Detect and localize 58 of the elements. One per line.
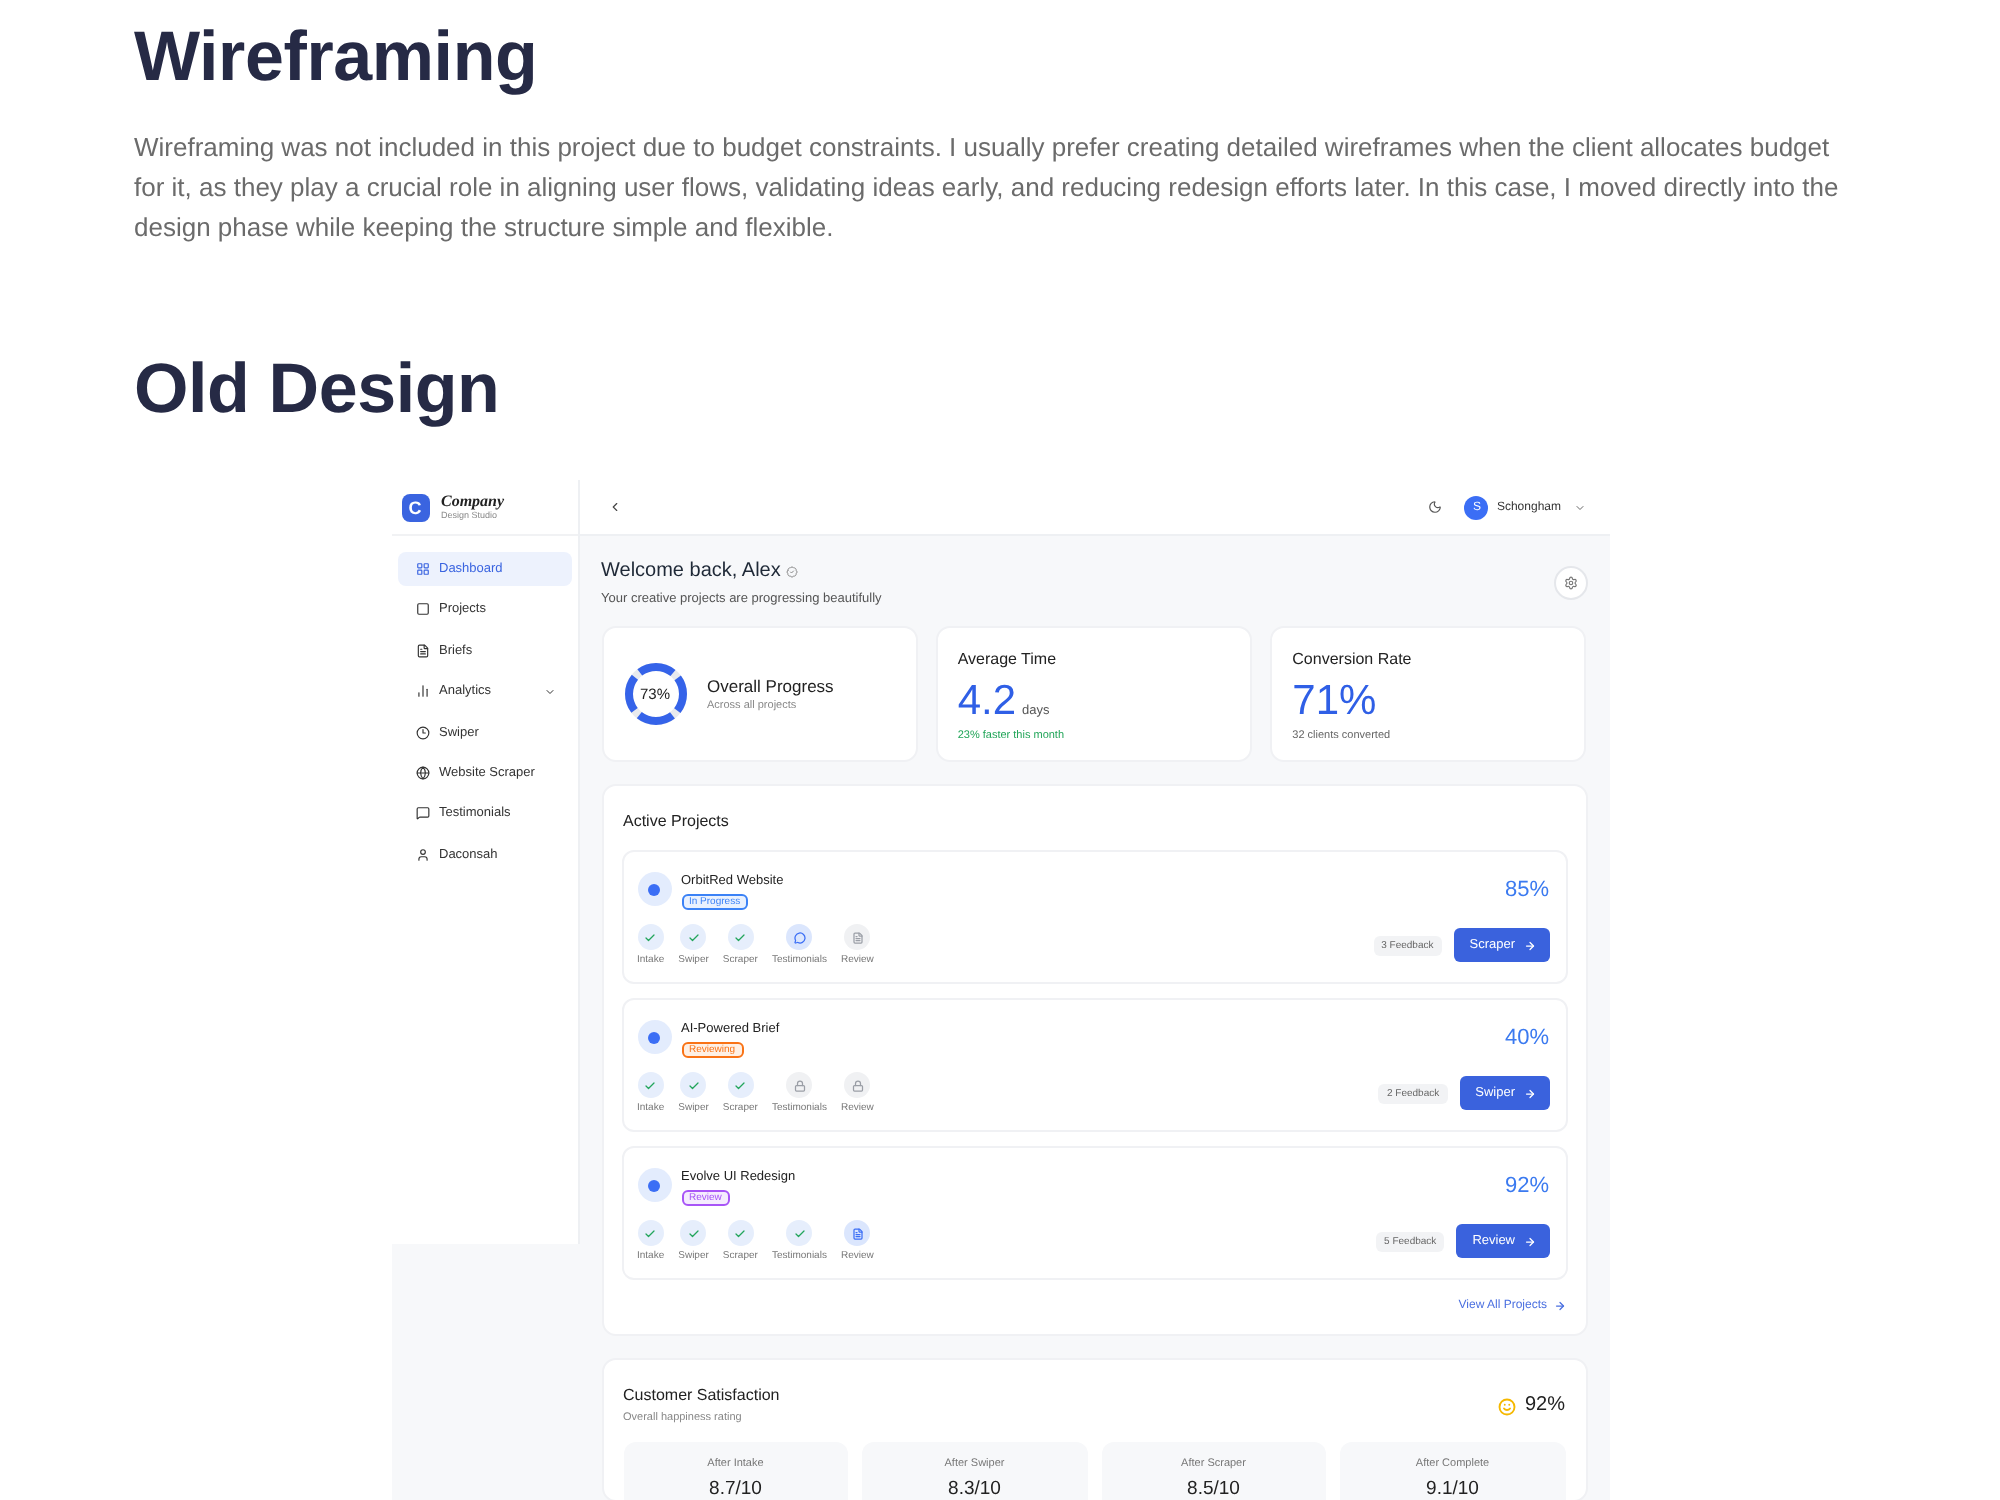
completion-percent: 92% (1504, 1174, 1549, 1200)
smiley-icon (1498, 1397, 1517, 1415)
chevron-down-icon (543, 685, 555, 698)
lock-icon (786, 1072, 813, 1098)
document-icon (844, 924, 871, 950)
arrow-right-icon (1523, 1235, 1535, 1247)
tick-icon (680, 924, 707, 950)
lock-icon (844, 1072, 871, 1098)
arrow-right-icon (1553, 1300, 1565, 1312)
tick-icon (637, 1072, 664, 1098)
globe-icon (415, 765, 429, 780)
dot-icon (637, 1168, 671, 1202)
clock-icon (415, 725, 429, 740)
rectangle-icon (415, 602, 429, 617)
gear-icon (1563, 576, 1577, 590)
score-value: 8.5/10 (1185, 1480, 1242, 1500)
person-icon (415, 847, 429, 862)
document-icon (415, 643, 429, 658)
bar-chart-icon (415, 684, 429, 699)
grid-icon (415, 562, 429, 576)
welcome-title: Welcome back, Alex (601, 558, 781, 584)
section-heading: Wireframing (134, 16, 540, 100)
section-paragraph: Wireframing was not included in this project due to budget constraints. I usually prefer creating detailed wireframes when the client allocates budget for it, as they play a crucial role in aligning user flows, validating ideas early, and reducing redesign efforts later. In this case, I moved directly into the design phase while keeping the structure simple and flexible. (134, 130, 1841, 246)
tick-icon (727, 1072, 754, 1098)
document-icon (844, 1220, 871, 1246)
score-value: 9.1/10 (1424, 1480, 1481, 1500)
brand-name: Company (441, 492, 505, 510)
completion-percent: 85% (1504, 878, 1549, 904)
logo-mark: C (401, 493, 429, 521)
dot-icon (637, 872, 671, 906)
settings-button[interactable] (1553, 566, 1587, 600)
stat-title: Conversion Rate (1292, 650, 1414, 670)
chat-icon (415, 806, 429, 821)
arrow-right-icon (1523, 1087, 1535, 1099)
stat-value: 4.2 (957, 680, 1017, 724)
tick-icon (637, 924, 664, 950)
badge-tick-icon (786, 565, 799, 577)
tick-icon (680, 1220, 707, 1246)
chevron-left-icon[interactable] (607, 500, 621, 514)
tick-icon (786, 1220, 813, 1246)
tick-icon (637, 1220, 664, 1246)
dot-icon (637, 1020, 671, 1054)
tick-icon (680, 1072, 707, 1098)
arrow-right-icon (1523, 939, 1535, 951)
stat-title: Overall Progress (707, 675, 834, 695)
panel-title: Customer Satisfaction (621, 1386, 780, 1406)
completion-percent: 40% (1504, 1026, 1549, 1052)
tick-icon (727, 924, 754, 950)
panel-title: Active Projects (621, 812, 731, 832)
section-heading: Old Design (134, 348, 502, 432)
moon-icon[interactable] (1428, 500, 1443, 514)
score-value: 8.7/10 (707, 1480, 764, 1500)
chat-icon (786, 924, 813, 950)
stat-value: 71% (1292, 680, 1377, 724)
score-value: 8.3/10 (946, 1480, 1003, 1500)
tick-icon (727, 1220, 754, 1246)
stat-title: Average Time (957, 650, 1059, 670)
satisfaction-score: 92% (1524, 1394, 1565, 1418)
